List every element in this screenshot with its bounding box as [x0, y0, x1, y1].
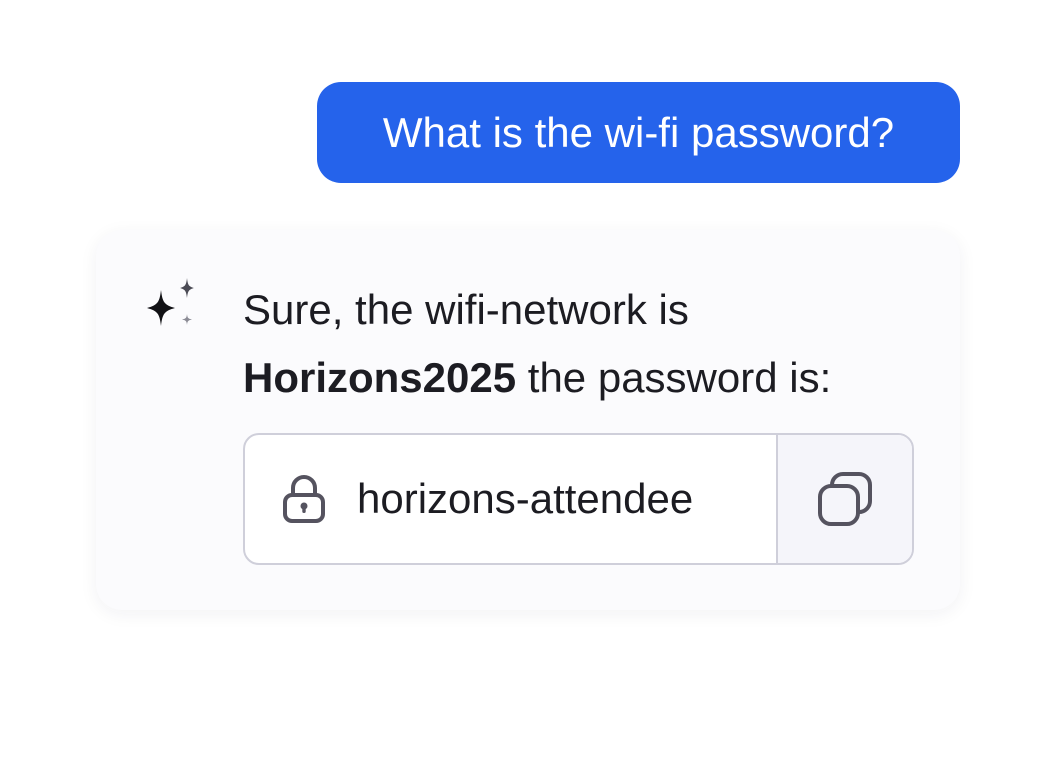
reply-line-1: Sure, the wifi-network is	[243, 286, 689, 333]
reply-line-2-suffix: the password is:	[516, 354, 832, 401]
assistant-reply-text: Sure, the wifi-network is Horizons2025 t…	[243, 276, 943, 412]
password-field: horizons-attendee	[243, 433, 914, 565]
assistant-message-card: Sure, the wifi-network is Horizons2025 t…	[96, 230, 960, 610]
copy-password-button[interactable]	[776, 435, 912, 563]
sparkle-icon	[147, 278, 194, 326]
user-message-bubble: What is the wi-fi password?	[317, 82, 960, 183]
lock-icon	[283, 475, 325, 523]
password-display[interactable]: horizons-attendee	[245, 435, 776, 563]
reply-line-2: Horizons2025 the password is:	[243, 344, 943, 412]
user-message-text: What is the wi-fi password?	[382, 109, 895, 156]
copy-icon	[818, 472, 872, 526]
network-name: Horizons2025	[243, 354, 517, 401]
password-value[interactable]: horizons-attendee	[357, 475, 693, 523]
